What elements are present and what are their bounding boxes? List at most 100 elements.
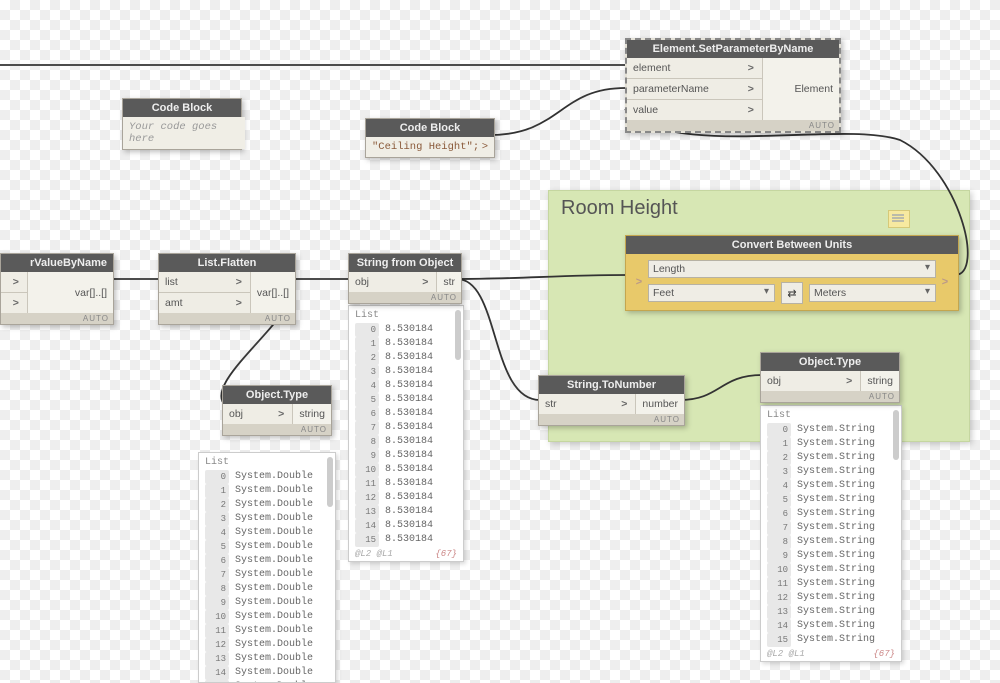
- input-port[interactable]: >: [634, 276, 644, 288]
- node-string-from-object[interactable]: String from Object obj> str AUTO: [348, 253, 462, 304]
- preview-line: 0System.Double: [199, 470, 335, 484]
- preview-line: 7System.String: [761, 521, 901, 535]
- node-title: Object.Type: [223, 386, 331, 404]
- preview-line: 2System.Double: [199, 498, 335, 512]
- input-port-obj[interactable]: obj>: [349, 272, 436, 292]
- preview-line: 128.530184: [349, 491, 463, 505]
- lacing-indicator: AUTO: [761, 391, 899, 402]
- preview-list-double[interactable]: List 0System.Double1System.Double2System…: [198, 452, 336, 683]
- lacing-indicator: AUTO: [349, 292, 461, 303]
- output-port[interactable]: >: [940, 276, 950, 288]
- input-port-value[interactable]: value>: [627, 99, 762, 120]
- from-unit-select[interactable]: Feet: [648, 284, 775, 302]
- node-object-type-2[interactable]: Object.Type obj> string AUTO: [760, 352, 900, 403]
- code-input[interactable]: Your code goes here: [123, 117, 245, 149]
- preview-line: 14System.String: [761, 619, 901, 633]
- node-title: Element.SetParameterByName: [627, 40, 839, 58]
- input-port-str[interactable]: str>: [539, 394, 635, 414]
- preview-line: 0System.String: [761, 423, 901, 437]
- input-port-obj[interactable]: obj>: [223, 404, 292, 424]
- node-string-to-number[interactable]: String.ToNumber str> number AUTO: [538, 375, 685, 426]
- preview-line: 08.530184: [349, 323, 463, 337]
- input-port-parameter-name[interactable]: parameterName>: [627, 78, 762, 99]
- output-port[interactable]: var[]..[]: [27, 272, 113, 313]
- preview-header: List: [761, 410, 901, 423]
- preview-line: 11System.Double: [199, 624, 335, 638]
- preview-line: 68.530184: [349, 407, 463, 421]
- quantity-select[interactable]: Length: [648, 260, 936, 278]
- input-port-obj[interactable]: obj>: [761, 371, 860, 391]
- node-title: String.ToNumber: [539, 376, 684, 394]
- input-port-amt[interactable]: amt>: [159, 292, 250, 313]
- preview-line: 3System.String: [761, 465, 901, 479]
- lacing-indicator: AUTO: [1, 313, 113, 324]
- sticky-note-icon[interactable]: [888, 210, 910, 228]
- preview-line: 12System.Double: [199, 638, 335, 652]
- preview-line: 6System.String: [761, 507, 901, 521]
- preview-line: 78.530184: [349, 421, 463, 435]
- preview-line: 11System.String: [761, 577, 901, 591]
- node-title: Convert Between Units: [626, 236, 958, 254]
- lacing-indicator: AUTO: [539, 414, 684, 425]
- node-set-parameter-by-name[interactable]: Element.SetParameterByName element> para…: [625, 38, 841, 133]
- preview-line: 98.530184: [349, 449, 463, 463]
- preview-footer: @L2 @L1{67}: [761, 647, 901, 659]
- preview-line: 5System.Double: [199, 540, 335, 554]
- preview-line: 38.530184: [349, 365, 463, 379]
- lacing-indicator: AUTO: [223, 424, 331, 435]
- scrollbar[interactable]: [455, 310, 461, 360]
- preview-line: 5System.String: [761, 493, 901, 507]
- preview-line: 9System.Double: [199, 596, 335, 610]
- output-port-string[interactable]: string: [860, 371, 899, 391]
- preview-line: 48.530184: [349, 379, 463, 393]
- node-code-block-empty[interactable]: Code Block Your code goes here: [122, 98, 242, 150]
- preview-line: 1System.String: [761, 437, 901, 451]
- preview-line: 15System.String: [761, 633, 901, 647]
- lacing-indicator: AUTO: [159, 313, 295, 324]
- output-port-string[interactable]: string: [292, 404, 331, 424]
- output-port-str[interactable]: str: [436, 272, 461, 292]
- input-port-list[interactable]: list>: [159, 272, 250, 292]
- preview-line: 2System.String: [761, 451, 901, 465]
- preview-header: List: [349, 310, 463, 323]
- output-port[interactable]: >: [482, 141, 488, 153]
- swap-units-button[interactable]: ⇄: [781, 282, 803, 304]
- node-parameter-value-by-name[interactable]: rValueByName > > var[]..[] AUTO: [0, 253, 114, 325]
- preview-line: 14System.Double: [199, 666, 335, 680]
- preview-line: 8System.String: [761, 535, 901, 549]
- preview-line: 3System.Double: [199, 512, 335, 526]
- preview-line: 158.530184: [349, 533, 463, 547]
- preview-line: 6System.Double: [199, 554, 335, 568]
- preview-line: 10System.String: [761, 563, 901, 577]
- output-port-number[interactable]: number: [635, 394, 684, 414]
- preview-list-numbers[interactable]: List 08.53018418.53018428.53018438.53018…: [348, 305, 464, 562]
- node-title: rValueByName: [1, 254, 113, 272]
- node-convert-between-units[interactable]: Convert Between Units > Length Feet ⇄ Me…: [625, 235, 959, 311]
- preview-line: 12System.String: [761, 591, 901, 605]
- preview-line: 13System.String: [761, 605, 901, 619]
- node-title: Code Block: [366, 119, 494, 137]
- node-title: String from Object: [349, 254, 461, 272]
- node-list-flatten[interactable]: List.Flatten list> amt> var[]..[] AUTO: [158, 253, 296, 325]
- preview-line: 118.530184: [349, 477, 463, 491]
- preview-line: 9System.String: [761, 549, 901, 563]
- output-port-element[interactable]: Element: [762, 58, 839, 120]
- input-port[interactable]: >: [1, 272, 27, 292]
- scrollbar[interactable]: [327, 457, 333, 507]
- code-input[interactable]: "Ceiling Height"; >: [366, 137, 494, 157]
- preview-line: 4System.String: [761, 479, 901, 493]
- input-port[interactable]: >: [1, 292, 27, 313]
- preview-footer: @L2 @L1{67}: [349, 547, 463, 559]
- node-title: Object.Type: [761, 353, 899, 371]
- preview-list-string[interactable]: List 0System.String1System.String2System…: [760, 405, 902, 662]
- to-unit-select[interactable]: Meters: [809, 284, 936, 302]
- scrollbar[interactable]: [893, 410, 899, 460]
- preview-line: 1System.Double: [199, 484, 335, 498]
- preview-line: 10System.Double: [199, 610, 335, 624]
- node-code-block-ceiling[interactable]: Code Block "Ceiling Height"; >: [365, 118, 495, 158]
- output-port[interactable]: var[]..[]: [250, 272, 295, 313]
- input-port-element[interactable]: element>: [627, 58, 762, 78]
- node-object-type-1[interactable]: Object.Type obj> string AUTO: [222, 385, 332, 436]
- node-title: List.Flatten: [159, 254, 295, 272]
- preview-line: 13System.Double: [199, 652, 335, 666]
